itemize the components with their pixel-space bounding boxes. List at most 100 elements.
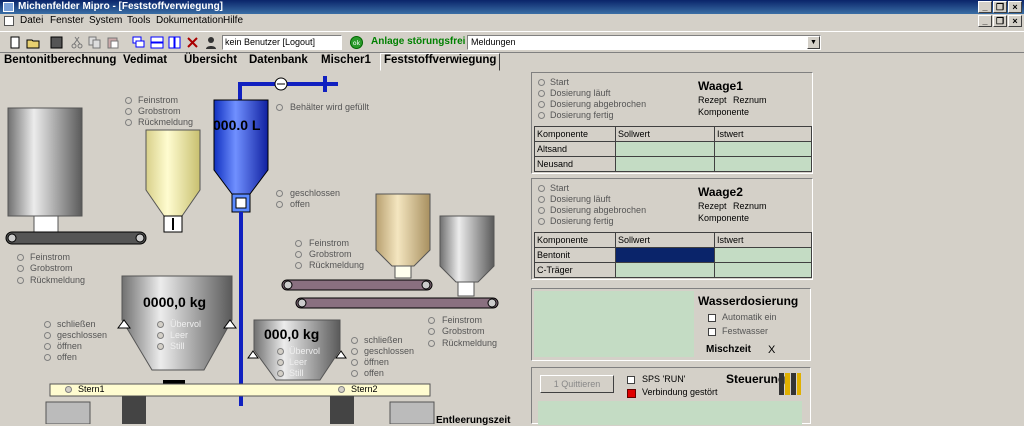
level-label: Leer [170,330,189,340]
tab-bar: Bentonitberechnung Vedimat Übersicht Dat… [0,53,1024,71]
istwert-cell [714,141,812,157]
new-file-icon[interactable] [8,36,22,49]
menu-tools[interactable]: Tools [127,15,150,26]
gate-label: öffnen [57,341,82,351]
window-titlebar: Michenfelder Mipro - [Feststoffverwiegun… [0,0,1024,14]
quit-icon: 1 [553,379,559,389]
menu-hilfe[interactable]: Hilfe [223,15,243,26]
belt-label: Grobstrom [309,249,352,259]
feed-label: Rückmeldung [138,117,194,127]
tab-mischer1[interactable]: Mischer1 [318,54,374,66]
tab-vedimat[interactable]: Vedimat [120,54,170,66]
menu-bar: Datei Fenster System Tools Dokumentation… [0,14,1024,29]
tab-uebersicht[interactable]: Übersicht [181,54,240,66]
istwert-cell [714,262,812,278]
quit-button[interactable]: 1 Quittieren [540,375,614,393]
level-label: Still [289,368,304,378]
menu-fenster[interactable]: Fenster [50,15,84,26]
table-row: C-Träger [534,262,812,278]
app-icon [3,2,14,12]
left-feed-label: Grobstrom [30,263,73,273]
right-feed-label: Feinstrom [442,315,483,325]
wasser-title: Wasserdosierung [698,294,799,308]
waage2-status: Start [550,183,570,193]
paste-icon[interactable] [106,36,120,49]
tile-vertical-icon[interactable] [168,36,182,49]
save-icon[interactable] [50,36,64,49]
menu-system[interactable]: System [89,15,122,26]
istwert-cell [714,156,812,172]
mischzeit-value: X [768,344,776,356]
wasser-display [534,291,694,357]
component-cell: Bentonit [534,247,616,263]
waage2-rezept-label: Rezept [698,201,727,211]
waage2-rezept-value: Reznum [733,201,767,211]
automatik-checkbox[interactable] [708,314,716,322]
feed-label: Grobstrom [138,106,181,116]
level-label: Still [170,341,185,351]
plc-icon [779,373,801,395]
waage1-table: Komponente Sollwert Istwert Altsand Neus… [534,126,812,172]
header-istwert: Istwert [714,126,812,142]
gate-label: öffnen [364,357,389,367]
tab-bentonitberechnung[interactable]: Bentonitberechnung [1,54,119,66]
sollwert-cell[interactable] [615,262,715,278]
component-cell: Altsand [534,141,616,157]
waage2-komponente-label: Komponente [698,213,750,223]
mdi-close-button[interactable]: × [1008,15,1022,27]
user-icon[interactable] [204,36,218,49]
cut-icon[interactable] [70,36,84,49]
tank-status-label: Behälter wird gefüllt [290,102,370,112]
tab-datenbank[interactable]: Datenbank [246,54,311,66]
cascade-windows-icon[interactable] [132,36,146,49]
close-button[interactable]: × [1008,1,1022,13]
gate-label: geschlossen [364,346,415,356]
user-field[interactable]: kein Benutzer [Logout] [222,35,342,50]
document-icon [4,16,14,26]
waage2-status: Dosierung fertig [550,216,614,226]
svg-text:ok: ok [353,40,361,47]
belt-label: Rückmeldung [309,260,365,270]
festwasser-checkbox[interactable] [708,328,716,336]
steuerung-message-area [538,401,802,425]
chevron-down-icon[interactable]: ▼ [807,36,820,49]
right-feed-label: Grobstrom [442,326,485,336]
gate-label: schließen [57,319,96,329]
window-title: Michenfelder Mipro - [Feststoffverwiegun… [18,1,224,12]
stern1-label: Stern1 [78,384,105,394]
minimize-button[interactable]: _ [978,1,992,13]
left-feed-label: Rückmeldung [30,275,86,285]
level-label: Übervol [289,346,321,356]
open-folder-icon[interactable] [26,36,40,49]
table-row: Bentonit [534,247,812,263]
tab-feststoffverwiegung[interactable]: Feststoffverwiegung [380,53,501,71]
waage1-status: Dosierung fertig [550,110,614,120]
waage1-panel: Start Dosierung läuft Dosierung abgebroc… [531,72,813,174]
valve-label: geschlossen [290,188,341,198]
sollwert-cell[interactable] [615,156,715,172]
scale1-weight-value: 0000,0 kg [143,294,207,310]
level-label: Leer [289,357,308,367]
waage1-status: Start [550,77,570,87]
copy-icon[interactable] [88,36,102,49]
waage1-title: Waage1 [698,79,743,93]
scale2-weight-value: 000,0 kg [264,326,320,342]
waage1-komponente-label: Komponente [698,107,750,117]
plant-status: Anlage störungsfrei [371,36,466,47]
component-cell: Neusand [534,156,616,172]
tools-icon[interactable] [186,36,200,49]
messages-dropdown[interactable]: Meldungen ▼ [467,35,821,50]
gate-label: geschlossen [57,330,108,340]
menu-datei[interactable]: Datei [20,15,43,26]
waage1-status: Dosierung abgebrochen [550,99,647,109]
sollwert-cell[interactable] [615,141,715,157]
mdi-restore-button[interactable]: ❐ [993,15,1007,27]
stern2-label: Stern2 [351,384,378,394]
menu-dokumentation[interactable]: Dokumentation [156,15,223,26]
mdi-minimize-button[interactable]: _ [978,15,992,27]
sollwert-cell-selected[interactable] [615,247,715,263]
restore-button[interactable]: ❐ [993,1,1007,13]
waage1-rezept-value: Reznum [733,95,767,105]
tile-horizontal-icon[interactable] [150,36,164,49]
gate-label: schließen [364,335,403,345]
